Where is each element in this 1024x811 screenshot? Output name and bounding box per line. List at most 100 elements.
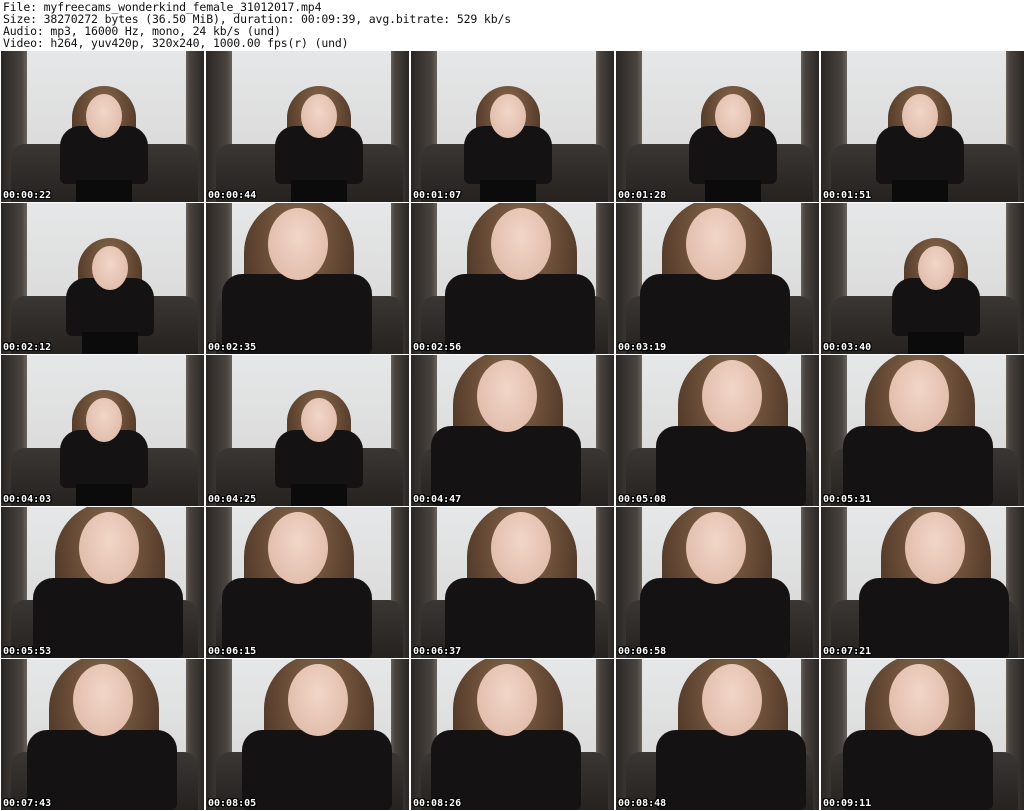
video-frame-thumbnail: 00:09:11 bbox=[821, 659, 1024, 810]
video-frame-thumbnail: 00:04:25 bbox=[206, 355, 409, 506]
frame-person-silhouette bbox=[238, 659, 398, 810]
video-frame-thumbnail: 00:06:15 bbox=[206, 507, 409, 658]
frame-timestamp: 00:08:26 bbox=[413, 798, 462, 809]
silhouette-face bbox=[702, 664, 762, 736]
frame-person-silhouette bbox=[652, 659, 812, 810]
frame-timestamp: 00:05:53 bbox=[3, 646, 52, 657]
silhouette-face bbox=[288, 664, 348, 736]
video-frame-thumbnail: 00:06:58 bbox=[616, 507, 819, 658]
silhouette-top bbox=[445, 274, 595, 354]
frame-person-silhouette bbox=[636, 507, 796, 658]
video-frame-thumbnail: 00:04:47 bbox=[411, 355, 614, 506]
frame-person-silhouette bbox=[872, 82, 968, 202]
silhouette-face bbox=[491, 208, 551, 280]
frame-timestamp: 00:04:47 bbox=[413, 494, 462, 505]
frame-person-silhouette bbox=[29, 507, 189, 658]
frame-timestamp: 00:09:11 bbox=[823, 798, 872, 809]
silhouette-skirt bbox=[892, 180, 948, 202]
silhouette-skirt bbox=[291, 180, 347, 202]
video-frame-thumbnail: 00:07:21 bbox=[821, 507, 1024, 658]
frame-timestamp: 00:01:28 bbox=[618, 190, 667, 201]
video-frame-thumbnail: 00:07:43 bbox=[1, 659, 204, 810]
frame-timestamp: 00:02:35 bbox=[208, 342, 257, 353]
silhouette-skirt bbox=[76, 180, 132, 202]
frame-person-silhouette bbox=[218, 203, 378, 354]
silhouette-face bbox=[268, 208, 328, 280]
silhouette-skirt bbox=[291, 484, 347, 506]
frame-person-silhouette bbox=[685, 82, 781, 202]
silhouette-face bbox=[86, 398, 122, 442]
frame-person-silhouette bbox=[441, 203, 601, 354]
frame-timestamp: 00:06:15 bbox=[208, 646, 257, 657]
frame-person-silhouette bbox=[460, 82, 556, 202]
frame-timestamp: 00:04:25 bbox=[208, 494, 257, 505]
silhouette-face bbox=[73, 664, 133, 736]
silhouette-skirt bbox=[908, 332, 964, 354]
frame-person-silhouette bbox=[62, 234, 158, 354]
frame-person-silhouette bbox=[636, 203, 796, 354]
frame-timestamp: 00:01:51 bbox=[823, 190, 872, 201]
silhouette-face bbox=[301, 94, 337, 138]
video-frame-thumbnail: 00:08:48 bbox=[616, 659, 819, 810]
video-frame-thumbnail: 00:01:51 bbox=[821, 51, 1024, 202]
video-frame-thumbnail: 00:00:22 bbox=[1, 51, 204, 202]
video-frame-thumbnail: 00:05:08 bbox=[616, 355, 819, 506]
frame-person-silhouette bbox=[271, 82, 367, 202]
frame-timestamp: 00:04:03 bbox=[3, 494, 52, 505]
silhouette-face bbox=[889, 664, 949, 736]
frame-person-silhouette bbox=[839, 659, 999, 810]
frame-person-silhouette bbox=[56, 386, 152, 506]
frame-timestamp: 00:03:19 bbox=[618, 342, 667, 353]
silhouette-face bbox=[686, 512, 746, 584]
frame-timestamp: 00:08:48 bbox=[618, 798, 667, 809]
silhouette-face bbox=[301, 398, 337, 442]
silhouette-top bbox=[656, 426, 806, 506]
frame-timestamp: 00:07:21 bbox=[823, 646, 872, 657]
frame-timestamp: 00:05:08 bbox=[618, 494, 667, 505]
silhouette-top bbox=[445, 578, 595, 658]
silhouette-face bbox=[686, 208, 746, 280]
video-frame-thumbnail: 00:08:05 bbox=[206, 659, 409, 810]
silhouette-face bbox=[491, 512, 551, 584]
video-frame-thumbnail: 00:03:19 bbox=[616, 203, 819, 354]
frame-timestamp: 00:05:31 bbox=[823, 494, 872, 505]
silhouette-top bbox=[33, 578, 183, 658]
silhouette-face bbox=[902, 94, 938, 138]
silhouette-face bbox=[92, 246, 128, 290]
silhouette-face bbox=[477, 664, 537, 736]
silhouette-skirt bbox=[76, 484, 132, 506]
frame-timestamp: 00:07:43 bbox=[3, 798, 52, 809]
frame-timestamp: 00:06:37 bbox=[413, 646, 462, 657]
frame-person-silhouette bbox=[855, 507, 1015, 658]
frame-person-silhouette bbox=[427, 659, 587, 810]
silhouette-top bbox=[859, 578, 1009, 658]
frame-person-silhouette bbox=[218, 507, 378, 658]
silhouette-face bbox=[918, 246, 954, 290]
file-info-header: File: myfreecams_wonderkind_female_31012… bbox=[0, 0, 1024, 50]
silhouette-face bbox=[268, 512, 328, 584]
silhouette-face bbox=[702, 360, 762, 432]
silhouette-skirt bbox=[82, 332, 138, 354]
frame-person-silhouette bbox=[839, 355, 999, 506]
silhouette-top bbox=[242, 730, 392, 810]
silhouette-face bbox=[715, 94, 751, 138]
silhouette-top bbox=[656, 730, 806, 810]
silhouette-face bbox=[86, 94, 122, 138]
video-frame-thumbnail: 00:02:12 bbox=[1, 203, 204, 354]
frame-timestamp: 00:02:12 bbox=[3, 342, 52, 353]
frame-timestamp: 00:00:22 bbox=[3, 190, 52, 201]
silhouette-face bbox=[79, 512, 139, 584]
frame-person-silhouette bbox=[888, 234, 984, 354]
frame-person-silhouette bbox=[23, 659, 183, 810]
thumbnail-grid: 00:00:22 00:00:44 00:01:07 00:01:28 00:01:51… bbox=[1, 51, 1024, 810]
frame-timestamp: 00:02:56 bbox=[413, 342, 462, 353]
frame-person-silhouette bbox=[56, 82, 152, 202]
video-frame-thumbnail: 00:02:35 bbox=[206, 203, 409, 354]
video-frame-thumbnail: 00:02:56 bbox=[411, 203, 614, 354]
frame-person-silhouette bbox=[427, 355, 587, 506]
frame-person-silhouette bbox=[441, 507, 601, 658]
silhouette-face bbox=[477, 360, 537, 432]
silhouette-skirt bbox=[705, 180, 761, 202]
video-frame-thumbnail: 00:01:07 bbox=[411, 51, 614, 202]
frame-timestamp: 00:03:40 bbox=[823, 342, 872, 353]
